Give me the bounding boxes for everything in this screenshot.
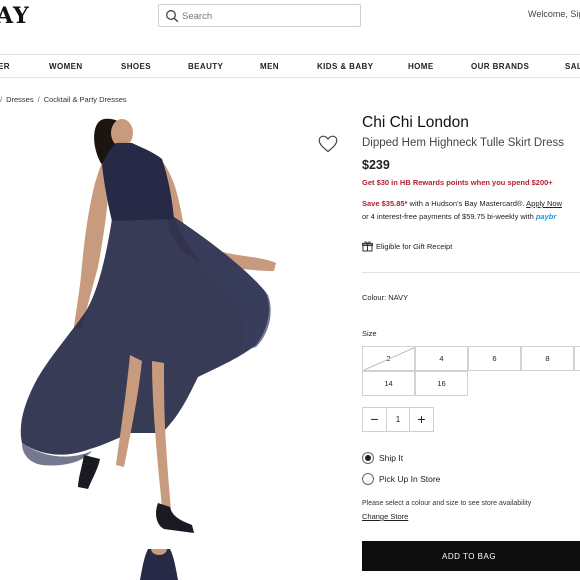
breadcrumb-dresses[interactable]: Dresses: [6, 95, 34, 104]
change-store-link[interactable]: Change Store: [362, 512, 408, 521]
category-nav: ER WOMEN SHOES BEAUTY MEN KIDS & BABY HO…: [0, 54, 580, 78]
colour-label: Colour: NAVY: [362, 293, 409, 302]
divider: [362, 272, 580, 273]
size-option-2[interactable]: 2: [362, 346, 415, 371]
size-option-6[interactable]: 6: [468, 346, 521, 371]
product-price: $239: [362, 158, 390, 172]
paybright-logo[interactable]: paybr: [536, 212, 556, 221]
quantity-increase-button[interactable]: +: [409, 408, 433, 431]
size-label: Size: [362, 329, 377, 338]
pick-up-radio[interactable]: [362, 473, 374, 485]
nav-item-ber[interactable]: ER: [0, 62, 10, 71]
installments-text: or 4 interest-free payments of $59.75 bi…: [362, 212, 536, 221]
product-image[interactable]: [12, 115, 284, 545]
ship-it-radio[interactable]: [362, 452, 374, 464]
store-availability-note: Please select a colour and size to see s…: [362, 500, 532, 507]
welcome-account-link[interactable]: Welcome, Sig: [528, 9, 580, 19]
size-option-16[interactable]: 16: [415, 371, 468, 396]
gift-icon: [362, 241, 373, 252]
product-name: Dipped Hem Highneck Tulle Skirt Dress: [362, 137, 564, 149]
breadcrumb-cocktail-party-dresses[interactable]: Cocktail & Party Dresses: [44, 95, 127, 104]
size-option-8[interactable]: 8: [521, 346, 574, 371]
add-to-bag-button[interactable]: ADD TO BAG: [362, 541, 580, 571]
apply-now-link[interactable]: Apply Now: [526, 199, 562, 208]
pick-up-label: Pick Up In Store: [379, 474, 441, 484]
product-brand[interactable]: Chi Chi London: [362, 114, 469, 132]
product-thumbnail[interactable]: [128, 549, 190, 580]
breadcrumb-separator: /: [0, 95, 3, 104]
size-option-4[interactable]: 4: [415, 346, 468, 371]
breadcrumb: / Dresses / Cocktail & Party Dresses: [0, 95, 127, 104]
size-option-partial[interactable]: [574, 346, 580, 371]
nav-item-women[interactable]: WOMEN: [49, 62, 83, 71]
nav-item-shoes[interactable]: SHOES: [121, 62, 151, 71]
search-icon[interactable]: [165, 9, 179, 23]
quantity-stepper: − 1 +: [362, 407, 434, 432]
size-option-14[interactable]: 14: [362, 371, 415, 396]
rewards-promo: Get $30 in HB Rewards points when you sp…: [362, 178, 553, 187]
nav-item-kids-baby[interactable]: KIDS & BABY: [317, 62, 373, 71]
mastercard-promo: Save $35.85* with a Hudson's Bay Masterc…: [362, 199, 562, 208]
quantity-value[interactable]: 1: [387, 408, 409, 431]
gift-receipt-label: Eligible for Gift Receipt: [376, 242, 453, 251]
gift-receipt: Eligible for Gift Receipt: [362, 241, 452, 252]
installments-promo: or 4 interest-free payments of $59.75 bi…: [362, 212, 556, 221]
nav-item-home[interactable]: HOME: [408, 62, 434, 71]
breadcrumb-separator: /: [37, 95, 40, 104]
nav-item-sale[interactable]: SAL: [565, 62, 580, 71]
ship-it-label: Ship It: [379, 453, 404, 463]
save-prefix: Save: [362, 199, 382, 208]
nav-item-our-brands[interactable]: OUR BRANDS: [471, 62, 529, 71]
nav-item-beauty[interactable]: BEAUTY: [188, 62, 223, 71]
nav-item-men[interactable]: MEN: [260, 62, 279, 71]
wishlist-heart-icon[interactable]: [318, 135, 338, 153]
search-bar[interactable]: [158, 4, 361, 27]
save-amount: $35.85*: [381, 199, 408, 208]
save-text: with a Hudson's Bay Mastercard®.: [407, 199, 527, 208]
store-logo[interactable]: AY: [0, 3, 30, 29]
quantity-decrease-button[interactable]: −: [363, 408, 387, 431]
search-input[interactable]: [182, 7, 352, 25]
